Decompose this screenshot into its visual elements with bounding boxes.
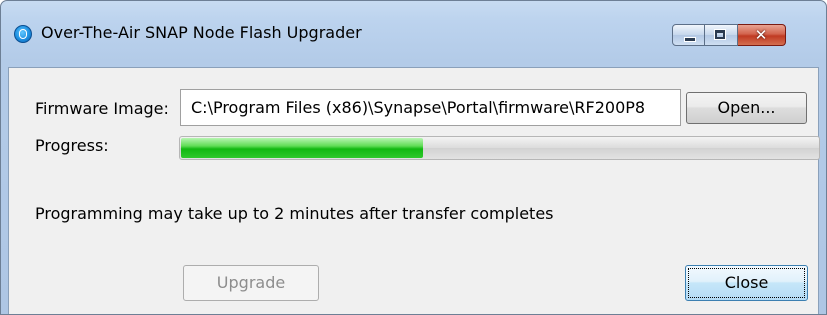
dialog-body: Firmware Image: C:\Program Files (x86)\S… bbox=[8, 67, 820, 314]
minimize-button[interactable] bbox=[672, 24, 705, 46]
progress-bar bbox=[179, 136, 820, 160]
snap-app-icon bbox=[14, 25, 32, 43]
maximize-button[interactable] bbox=[705, 24, 738, 46]
close-button[interactable]: Close bbox=[685, 265, 808, 301]
upgrader-window: Over-The-Air SNAP Node Flash Upgrader ✕ … bbox=[0, 0, 827, 315]
window-title: Over-The-Air SNAP Node Flash Upgrader bbox=[41, 23, 362, 42]
progress-bar-fill bbox=[181, 138, 423, 158]
minimize-icon bbox=[684, 37, 696, 42]
title-bar[interactable]: Over-The-Air SNAP Node Flash Upgrader ✕ bbox=[1, 1, 826, 67]
maximize-icon bbox=[714, 29, 726, 40]
programming-message: Programming may take up to 2 minutes aft… bbox=[35, 204, 554, 223]
firmware-image-field[interactable]: C:\Program Files (x86)\Synapse\Portal\fi… bbox=[180, 89, 681, 126]
progress-label: Progress: bbox=[35, 136, 109, 155]
upgrade-button[interactable]: Upgrade bbox=[183, 265, 319, 301]
open-button[interactable]: Open... bbox=[686, 92, 807, 124]
close-icon: ✕ bbox=[754, 26, 768, 44]
firmware-image-label: Firmware Image: bbox=[35, 99, 169, 118]
window-close-button[interactable]: ✕ bbox=[738, 24, 786, 46]
